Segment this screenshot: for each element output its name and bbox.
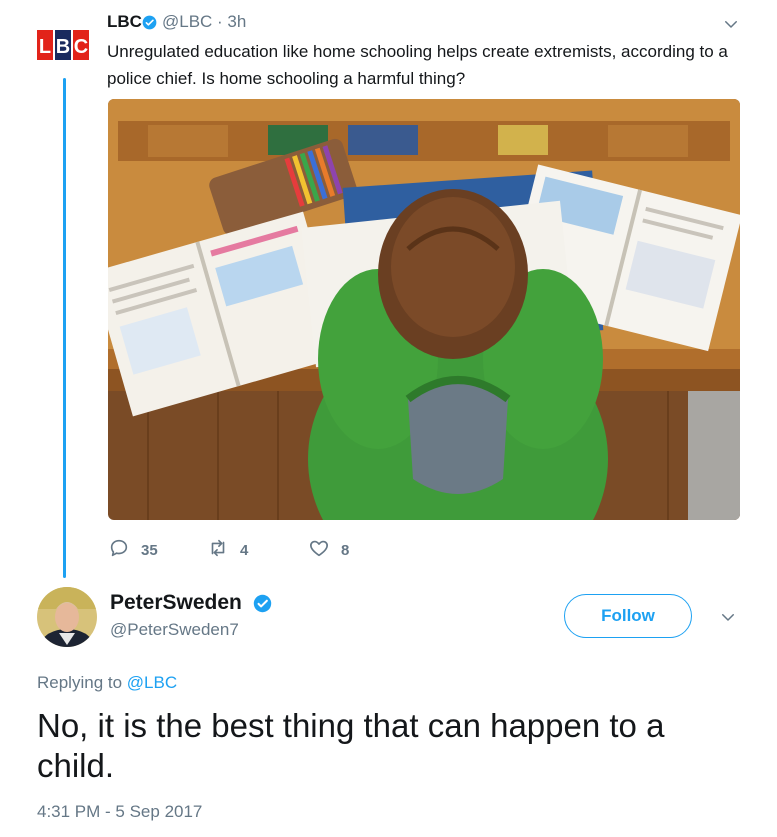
like-action[interactable]: 8 <box>308 538 349 562</box>
replying-to-line: Replying to @LBC <box>37 673 177 693</box>
svg-text:B: B <box>56 36 70 58</box>
like-count: 8 <box>341 541 350 559</box>
author-handle[interactable]: @PeterSweden7 <box>110 620 239 640</box>
verified-badge-icon <box>253 594 272 613</box>
svg-text:L: L <box>39 36 51 58</box>
follow-button[interactable]: Follow <box>564 594 692 638</box>
retweet-count: 4 <box>240 541 249 559</box>
retweet-action[interactable]: 4 <box>207 538 248 562</box>
chevron-down-icon[interactable] <box>722 15 740 33</box>
chevron-down-icon[interactable] <box>719 608 737 626</box>
tweet-timestamp[interactable]: 4:31 PM - 5 Sep 2017 <box>37 802 202 822</box>
lbc-tweet-text: Unregulated education like home schoolin… <box>107 42 728 88</box>
lbc-display-name[interactable]: LBC <box>107 12 142 32</box>
reply-count: 35 <box>141 541 158 559</box>
thread-connector-line <box>63 78 66 578</box>
retweet-icon <box>207 537 229 563</box>
verified-badge-icon <box>142 15 157 30</box>
tweet-text: No, it is the best thing that can happen… <box>37 707 665 784</box>
tweet-photo-child-at-desk[interactable] <box>108 99 740 520</box>
lbc-logo-avatar[interactable]: L B C <box>37 30 89 60</box>
author-display-name[interactable]: PeterSweden <box>110 591 242 615</box>
heart-icon <box>308 537 330 563</box>
reply-icon <box>108 537 130 563</box>
svg-text:C: C <box>74 36 88 58</box>
reply-action[interactable]: 35 <box>108 538 158 562</box>
replying-mention-link[interactable]: @LBC <box>127 673 177 692</box>
lbc-handle-and-time[interactable]: @LBC · 3h <box>162 12 246 32</box>
avatar[interactable] <box>37 587 97 647</box>
replying-prefix: Replying to <box>37 673 123 692</box>
